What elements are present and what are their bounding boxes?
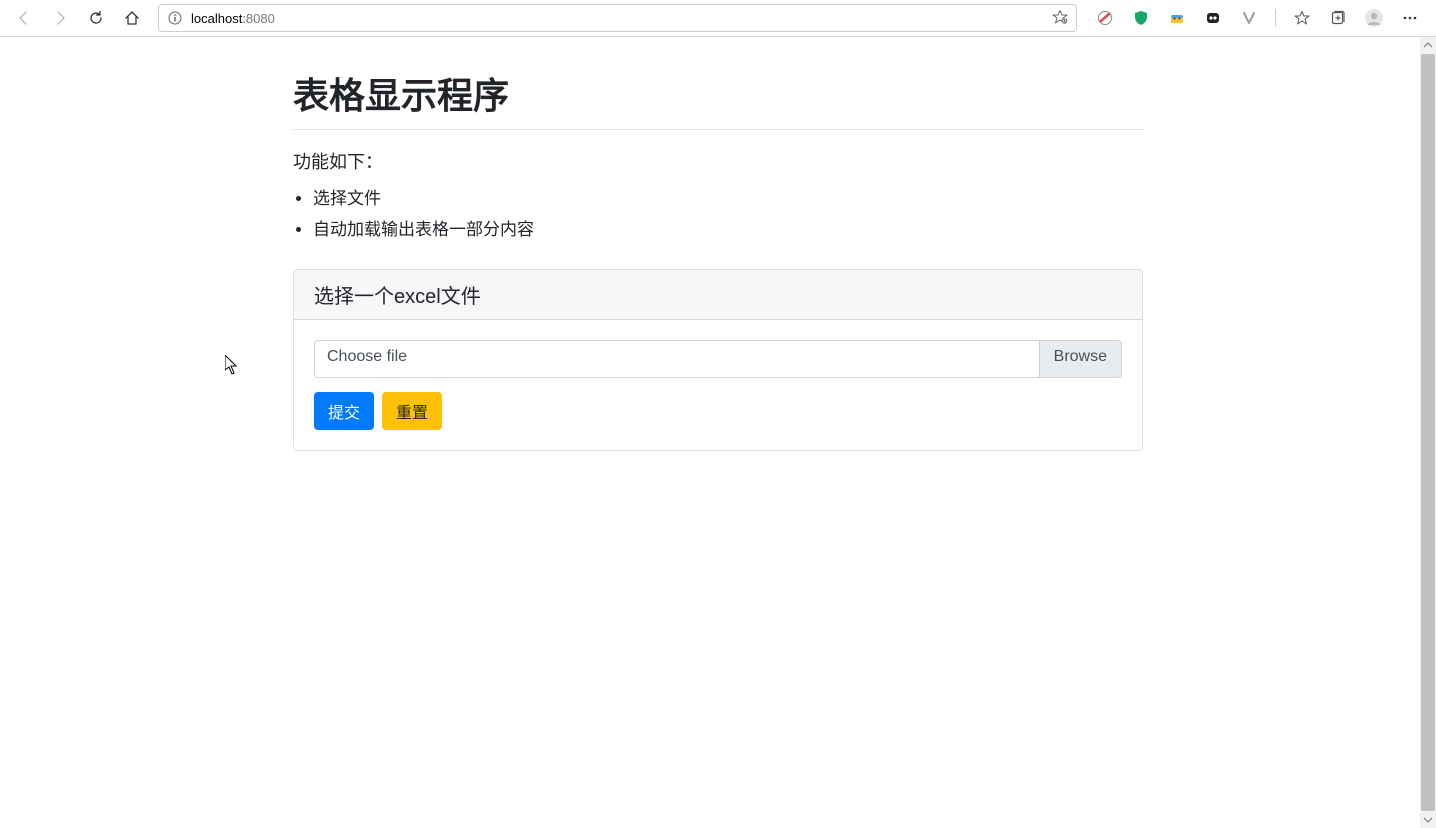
nav-forward-button[interactable] (44, 4, 76, 32)
file-input-label: Choose file (315, 341, 1039, 377)
browser-toolbar: localhost:8080 (0, 0, 1436, 37)
favorites-menu-icon[interactable] (1288, 4, 1316, 32)
card-body: Choose file Browse 提交 重置 (294, 320, 1142, 450)
toolbar-separator (1275, 9, 1276, 27)
address-bar[interactable]: localhost:8080 (158, 4, 1077, 32)
refresh-button[interactable] (80, 4, 112, 32)
file-browse-button[interactable]: Browse (1039, 341, 1121, 377)
extension-icon-shield[interactable] (1127, 4, 1155, 32)
extension-icons (1087, 4, 1428, 32)
page-viewport: 表格显示程序 功能如下： 选择文件 自动加载输出表格一部分内容 选择一个exce… (0, 37, 1436, 828)
extension-icon-4[interactable] (1199, 4, 1227, 32)
feature-list: 选择文件 自动加载输出表格一部分内容 (313, 184, 1143, 245)
page-title: 表格显示程序 (293, 67, 1143, 119)
more-menu-icon[interactable] (1396, 4, 1424, 32)
home-button[interactable] (116, 4, 148, 32)
profile-avatar-icon[interactable] (1360, 4, 1388, 32)
vertical-scrollbar[interactable] (1420, 37, 1436, 828)
collections-icon[interactable] (1324, 4, 1352, 32)
favorite-icon[interactable] (1052, 9, 1068, 28)
main-container: 表格显示程序 功能如下： 选择文件 自动加载输出表格一部分内容 选择一个exce… (293, 37, 1143, 451)
feature-item: 选择文件 (313, 184, 1143, 215)
lead-text: 功能如下： (293, 148, 1143, 174)
file-input[interactable]: Choose file Browse (314, 340, 1122, 378)
extension-icon-1[interactable] (1091, 4, 1119, 32)
scrollbar-thumb[interactable] (1421, 54, 1435, 811)
upload-card: 选择一个excel文件 Choose file Browse 提交 重置 (293, 269, 1143, 451)
extension-icon-v[interactable] (1235, 4, 1263, 32)
nav-back-button[interactable] (8, 4, 40, 32)
site-info-icon[interactable] (167, 10, 183, 26)
scrollbar-up-arrow[interactable] (1420, 37, 1436, 53)
title-divider (293, 129, 1143, 130)
url-text: localhost:8080 (191, 11, 275, 26)
cursor-icon (225, 355, 239, 375)
card-header: 选择一个excel文件 (294, 270, 1142, 320)
button-row: 提交 重置 (314, 392, 1122, 430)
submit-button[interactable]: 提交 (314, 392, 374, 430)
reset-button[interactable]: 重置 (382, 392, 442, 430)
feature-item: 自动加载输出表格一部分内容 (313, 215, 1143, 246)
extension-icon-3[interactable] (1163, 4, 1191, 32)
scrollbar-down-arrow[interactable] (1420, 812, 1436, 828)
